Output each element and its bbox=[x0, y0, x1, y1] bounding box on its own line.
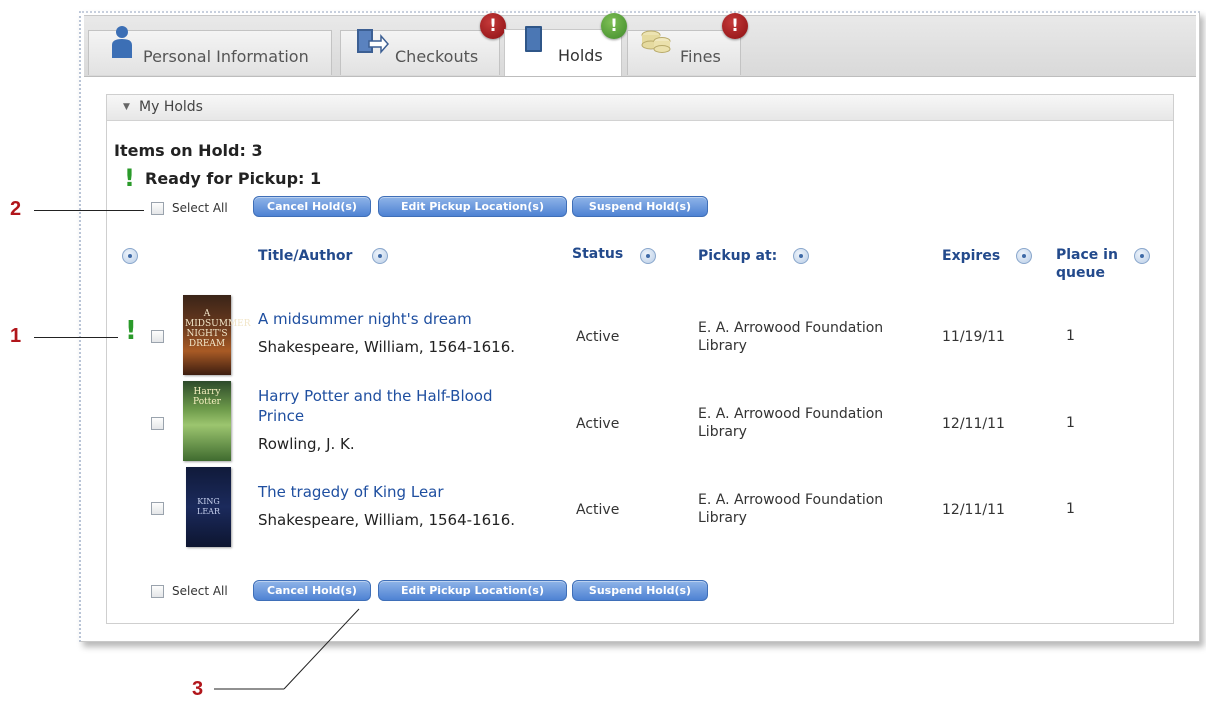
row-select-checkbox[interactable] bbox=[151, 502, 164, 515]
select-all-checkbox-bottom[interactable] bbox=[151, 585, 164, 598]
pickup-line1: E. A. Arrowood Foundation bbox=[698, 320, 884, 336]
items-on-hold-count: Items on Hold: 3 bbox=[114, 141, 263, 160]
cover-text: KING LEAR bbox=[197, 497, 220, 516]
sort-title-icon[interactable] bbox=[372, 248, 388, 264]
book-icon bbox=[525, 26, 542, 52]
hold-author: Shakespeare, William, 1564-1616. bbox=[258, 338, 515, 356]
hold-queue-position: 1 bbox=[1066, 328, 1075, 344]
edit-pickup-location-button-bottom[interactable]: Edit Pickup Location(s) bbox=[378, 580, 567, 601]
select-all-checkbox[interactable] bbox=[151, 202, 164, 215]
callout-number: 2 bbox=[10, 198, 22, 220]
fines-alert-badge: ! bbox=[722, 13, 748, 39]
book-cover-image[interactable]: Harry Potter bbox=[183, 381, 231, 461]
person-icon bbox=[112, 26, 132, 58]
sort-pickup-icon[interactable] bbox=[793, 248, 809, 264]
cancel-holds-button[interactable]: Cancel Hold(s) bbox=[253, 196, 371, 217]
column-pickup-at[interactable]: Pickup at: bbox=[698, 247, 777, 265]
select-all-label: Select All bbox=[172, 201, 228, 215]
hold-title-link[interactable]: A midsummer night's dream bbox=[258, 309, 472, 329]
ready-for-pickup-count: Ready for Pickup: 1 bbox=[145, 169, 322, 188]
book-cover-image[interactable]: A MIDSUMMER NIGHT'S DREAM bbox=[183, 295, 251, 375]
collapse-arrow-icon[interactable]: ▼ bbox=[123, 102, 130, 112]
pickup-line1: E. A. Arrowood Foundation bbox=[698, 406, 884, 422]
row-select-checkbox[interactable] bbox=[151, 330, 164, 343]
pickup-line1: E. A. Arrowood Foundation bbox=[698, 492, 884, 508]
holds-ready-badge: ! bbox=[601, 13, 627, 39]
hold-queue-position: 1 bbox=[1066, 501, 1075, 517]
hold-title-link[interactable]: Harry Potter and the Half-Blood Prince bbox=[258, 386, 493, 426]
sort-expires-icon[interactable] bbox=[1016, 248, 1032, 264]
column-expires[interactable]: Expires bbox=[942, 247, 1000, 265]
panel-header[interactable]: ▼ My Holds bbox=[107, 95, 1173, 121]
callout-leader-line bbox=[214, 608, 360, 690]
tab-label: Holds bbox=[558, 46, 603, 65]
checkout-book-icon bbox=[357, 29, 389, 54]
pickup-line2: Library bbox=[698, 510, 747, 526]
hold-status: Active bbox=[576, 416, 620, 432]
sort-queue-icon[interactable] bbox=[1134, 248, 1150, 264]
checkouts-alert-badge: ! bbox=[480, 13, 506, 39]
cover-text: A MIDSUMMER NIGHT'S DREAM bbox=[185, 309, 251, 349]
select-all-label: Select All bbox=[172, 584, 228, 598]
hold-queue-position: 1 bbox=[1066, 415, 1075, 431]
hold-expires: 11/19/11 bbox=[942, 329, 1005, 345]
column-place-in-queue[interactable]: Place in queue bbox=[1056, 246, 1118, 282]
book-cover-image[interactable]: KING LEAR bbox=[186, 467, 231, 547]
callout-leader-line bbox=[34, 210, 144, 211]
tab-label: Fines bbox=[680, 47, 721, 66]
hold-pickup-location: E. A. Arrowood Foundation Library bbox=[698, 491, 883, 527]
ready-for-pickup-icon: ! bbox=[125, 316, 137, 346]
hold-author: Rowling, J. K. bbox=[258, 435, 355, 453]
hold-title-link[interactable]: The tragedy of King Lear bbox=[258, 482, 444, 502]
hold-author: Shakespeare, William, 1564-1616. bbox=[258, 511, 515, 529]
sort-select-column-icon[interactable] bbox=[122, 248, 138, 264]
edit-pickup-location-button[interactable]: Edit Pickup Location(s) bbox=[378, 196, 567, 217]
hold-expires: 12/11/11 bbox=[942, 416, 1005, 432]
column-place-in-queue-line2: queue bbox=[1056, 265, 1105, 281]
row-select-checkbox[interactable] bbox=[151, 417, 164, 430]
column-place-in-queue-line1: Place in bbox=[1056, 247, 1118, 263]
tab-fines[interactable]: Fines bbox=[627, 30, 741, 75]
hold-status: Active bbox=[576, 329, 620, 345]
ready-alert-icon: ! bbox=[124, 164, 135, 192]
hold-title-line1: Harry Potter and the Half-Blood bbox=[258, 387, 493, 405]
suspend-holds-button-bottom[interactable]: Suspend Hold(s) bbox=[572, 580, 708, 601]
cover-text: Harry Potter bbox=[193, 387, 221, 407]
pickup-line2: Library bbox=[698, 424, 747, 440]
tab-personal-information[interactable]: Personal Information bbox=[88, 26, 332, 75]
tab-label: Checkouts bbox=[395, 47, 479, 66]
hold-status: Active bbox=[576, 502, 620, 518]
hold-expires: 12/11/11 bbox=[942, 502, 1005, 518]
hold-pickup-location: E. A. Arrowood Foundation Library bbox=[698, 405, 883, 441]
callout-number: 1 bbox=[10, 325, 22, 347]
coins-icon bbox=[641, 30, 671, 53]
column-title-author[interactable]: Title/Author bbox=[258, 247, 352, 265]
pickup-line2: Library bbox=[698, 338, 747, 354]
column-status[interactable]: Status bbox=[572, 245, 623, 263]
tab-checkouts[interactable]: Checkouts bbox=[340, 29, 500, 75]
hold-pickup-location: E. A. Arrowood Foundation Library bbox=[698, 319, 883, 355]
suspend-holds-button[interactable]: Suspend Hold(s) bbox=[572, 196, 708, 217]
callout-number: 3 bbox=[192, 678, 204, 700]
sort-status-icon[interactable] bbox=[640, 248, 656, 264]
hold-title-line2: Prince bbox=[258, 407, 305, 425]
callout-leader-line bbox=[34, 337, 118, 338]
tab-holds[interactable]: Holds bbox=[504, 26, 622, 76]
panel-title: My Holds bbox=[139, 99, 203, 115]
tab-label: Personal Information bbox=[143, 47, 309, 66]
cancel-holds-button-bottom[interactable]: Cancel Hold(s) bbox=[253, 580, 371, 601]
